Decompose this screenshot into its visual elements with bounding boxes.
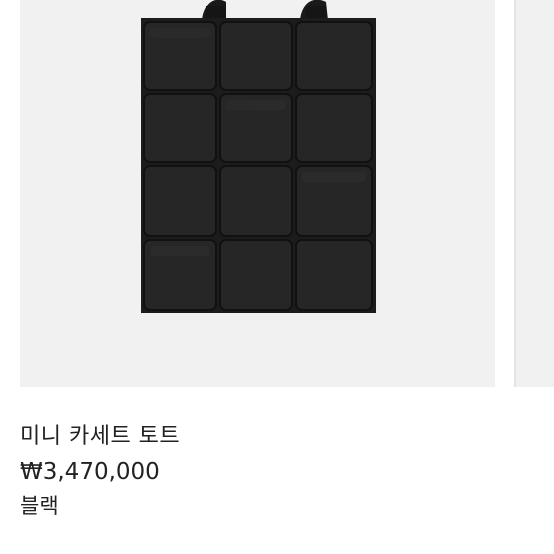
product-info: 미니 카세트 토트 ₩3,470,000 블랙 [20, 420, 520, 522]
card-edge [514, 0, 516, 387]
product-price: ₩3,470,000 [20, 459, 160, 485]
next-product-card[interactable] [514, 0, 554, 387]
product-image-card[interactable] [20, 0, 495, 387]
product-name[interactable]: 미니 카세트 토트 [20, 420, 520, 454]
product-image [141, 0, 376, 313]
product-color: 블랙 [20, 494, 59, 518]
